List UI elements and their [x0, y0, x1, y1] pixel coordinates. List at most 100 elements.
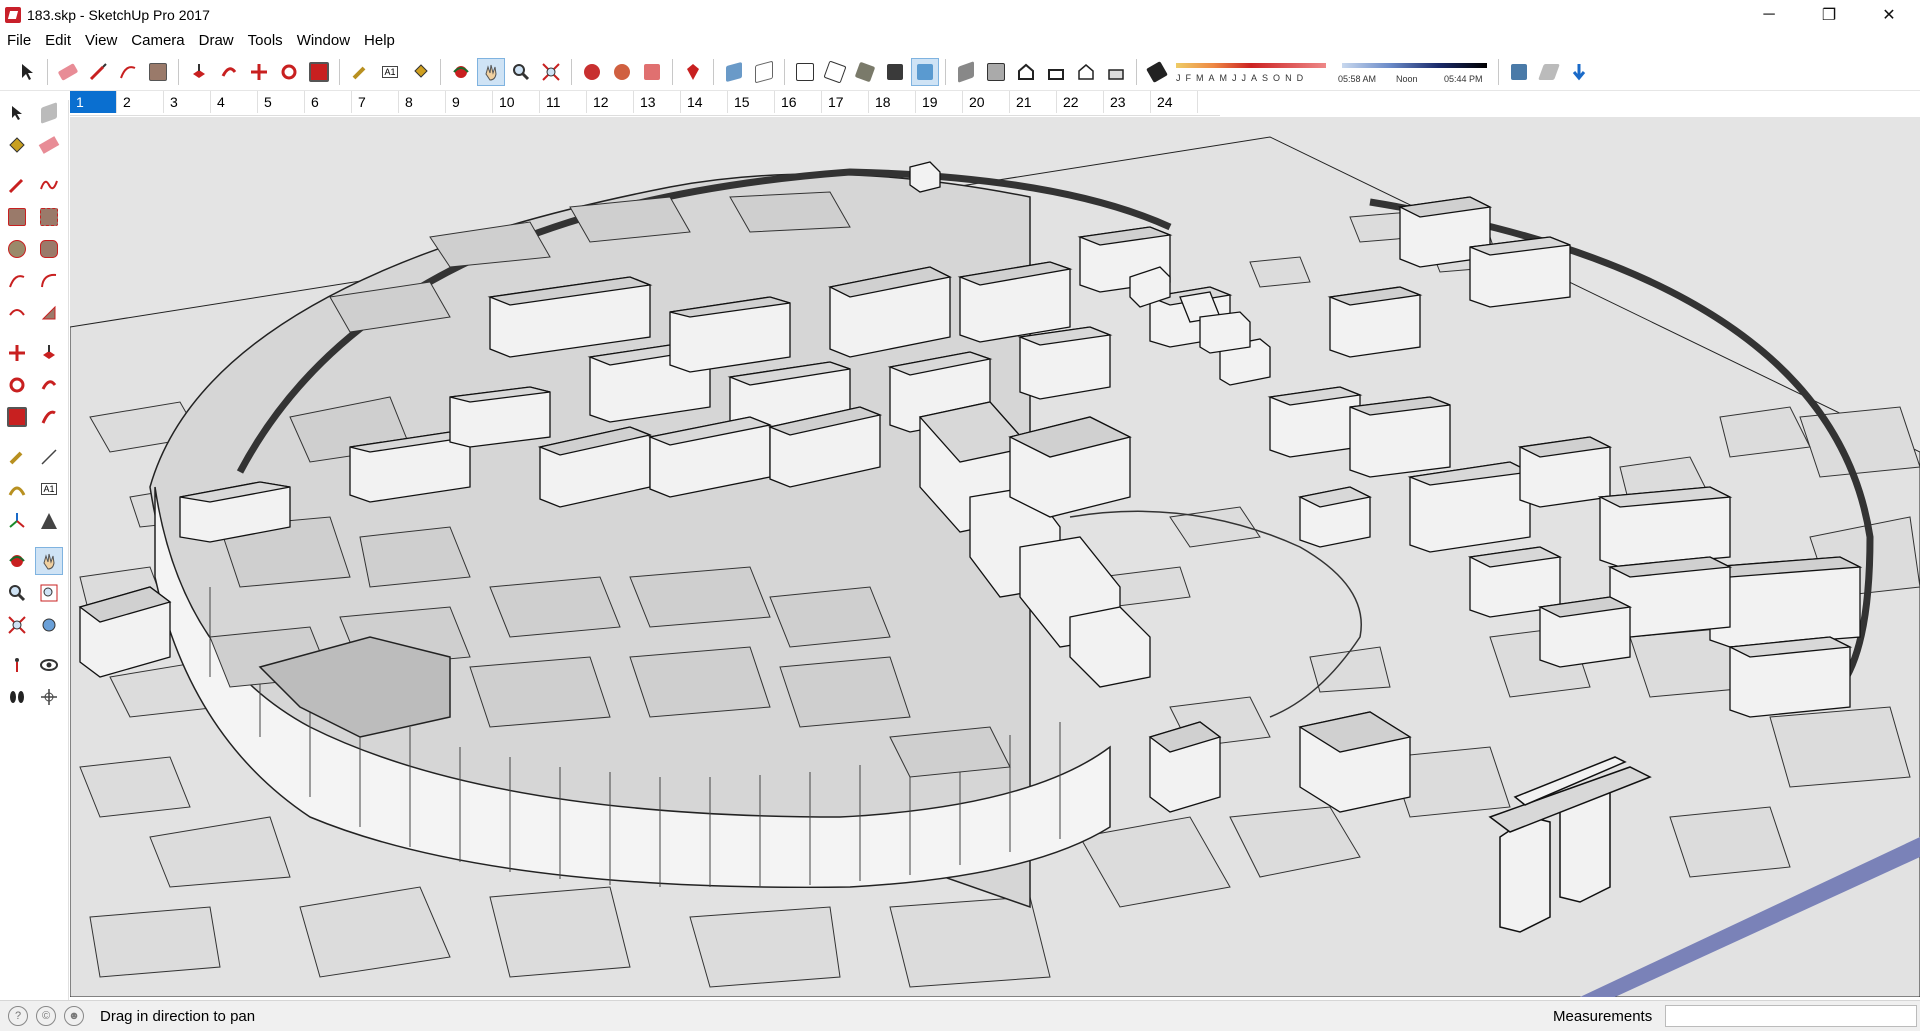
minimize-button[interactable]: ─: [1746, 0, 1792, 30]
three-point-arc-tool[interactable]: [4, 300, 30, 326]
tape-measure-tool[interactable]: [4, 444, 30, 470]
scene-tab[interactable]: 18: [869, 91, 916, 113]
scene-tab[interactable]: 12: [587, 91, 634, 113]
move-tool[interactable]: [4, 340, 30, 366]
push-pull-tool[interactable]: [36, 340, 62, 366]
add-location-button[interactable]: [1506, 59, 1532, 85]
right-view-button[interactable]: [1043, 59, 1069, 85]
share-component-button[interactable]: [609, 59, 635, 85]
menu-file[interactable]: File: [0, 30, 38, 52]
section-plane-tool[interactable]: [36, 684, 62, 710]
scene-tab[interactable]: 14: [681, 91, 728, 113]
make-component-tool[interactable]: [36, 100, 62, 126]
measurements-input[interactable]: [1665, 1005, 1917, 1027]
user-account-icon[interactable]: ☻: [64, 1006, 84, 1026]
restore-button[interactable]: ❐: [1806, 0, 1852, 30]
scene-tab[interactable]: 2: [117, 91, 164, 113]
dimension-tool[interactable]: [36, 444, 62, 470]
toggle-terrain-button[interactable]: [1536, 59, 1562, 85]
scene-tab[interactable]: 1: [70, 91, 117, 113]
rotate-tool-button[interactable]: [276, 59, 302, 85]
push-pull-tool-button[interactable]: [186, 59, 212, 85]
scene-tab[interactable]: 10: [493, 91, 540, 113]
scene-tab[interactable]: 8: [399, 91, 446, 113]
scene-tab[interactable]: 23: [1104, 91, 1151, 113]
circle-tool[interactable]: [4, 236, 30, 262]
photo-textures-button[interactable]: [1566, 59, 1592, 85]
scene-tab[interactable]: 13: [634, 91, 681, 113]
share-model-button[interactable]: [639, 59, 665, 85]
select-tool-button[interactable]: [14, 59, 40, 85]
line-tool-button[interactable]: [85, 59, 111, 85]
shadow-time-slider[interactable]: 05:58 AM Noon 05:44 PM: [1338, 55, 1493, 89]
eraser-tool-button[interactable]: [55, 59, 81, 85]
protractor-tool[interactable]: [4, 476, 30, 502]
scene-tab[interactable]: 19: [916, 91, 963, 113]
paint-bucket-button[interactable]: [407, 59, 433, 85]
scene-tab[interactable]: 22: [1057, 91, 1104, 113]
model-viewport[interactable]: [70, 117, 1920, 997]
scene-tab[interactable]: 9: [446, 91, 493, 113]
left-view-button[interactable]: [1103, 59, 1129, 85]
shaded-style-button[interactable]: [852, 59, 878, 85]
follow-me-tool-button[interactable]: [216, 59, 242, 85]
scale-tool[interactable]: [4, 404, 30, 430]
xray-style-button[interactable]: [721, 59, 747, 85]
pan-tool[interactable]: [35, 547, 63, 575]
orbit-tool-button[interactable]: [448, 59, 474, 85]
geo-location-icon[interactable]: ?: [8, 1006, 28, 1026]
text-tool-button[interactable]: A1: [377, 59, 403, 85]
line-tool[interactable]: [4, 172, 30, 198]
scale-tool-button[interactable]: [306, 59, 332, 85]
front-view-button[interactable]: [1013, 59, 1039, 85]
freehand-tool[interactable]: [36, 172, 62, 198]
orbit-tool[interactable]: [4, 548, 30, 574]
scene-tab[interactable]: 21: [1010, 91, 1057, 113]
scene-tab[interactable]: 4: [211, 91, 258, 113]
scene-tab[interactable]: 3: [164, 91, 211, 113]
3d-warehouse-button[interactable]: [579, 59, 605, 85]
previous-view-tool[interactable]: [36, 612, 62, 638]
extension-warehouse-button[interactable]: [680, 59, 706, 85]
move-tool-button[interactable]: [246, 59, 272, 85]
shadow-date-slider[interactable]: J F M A M J J A S O N D: [1172, 55, 1332, 89]
shape-tool-button[interactable]: [145, 59, 171, 85]
zoom-extents-button[interactable]: [538, 59, 564, 85]
menu-window[interactable]: Window: [290, 30, 357, 52]
look-around-tool[interactable]: [36, 652, 62, 678]
offset-tool[interactable]: [36, 404, 62, 430]
menu-camera[interactable]: Camera: [124, 30, 191, 52]
pan-tool-button[interactable]: [477, 58, 505, 86]
two-point-arc-tool[interactable]: [36, 268, 62, 294]
iso-view-button[interactable]: [953, 59, 979, 85]
rotate-tool[interactable]: [4, 372, 30, 398]
polygon-tool[interactable]: [36, 236, 62, 262]
credits-icon[interactable]: ©: [36, 1006, 56, 1026]
scene-tab[interactable]: 5: [258, 91, 305, 113]
wireframe-style-button[interactable]: [792, 59, 818, 85]
menu-help[interactable]: Help: [357, 30, 402, 52]
pie-tool[interactable]: [36, 300, 62, 326]
scene-tab[interactable]: 16: [775, 91, 822, 113]
shadows-toggle-button[interactable]: [1144, 59, 1170, 85]
position-camera-tool[interactable]: [4, 652, 30, 678]
top-view-button[interactable]: [983, 59, 1009, 85]
rotated-rectangle-tool[interactable]: [36, 204, 62, 230]
scene-tab[interactable]: 20: [963, 91, 1010, 113]
menu-edit[interactable]: Edit: [38, 30, 78, 52]
shaded-textures-style-button[interactable]: [882, 59, 908, 85]
scene-tab[interactable]: 15: [728, 91, 775, 113]
arc-tool-button[interactable]: [115, 59, 141, 85]
axes-tool[interactable]: [4, 508, 30, 534]
scene-tab[interactable]: 6: [305, 91, 352, 113]
tape-measure-button[interactable]: [347, 59, 373, 85]
monochrome-style-button[interactable]: [911, 58, 939, 86]
rectangle-tool[interactable]: [4, 204, 30, 230]
3d-text-tool[interactable]: [36, 508, 62, 534]
walk-tool[interactable]: [4, 684, 30, 710]
close-button[interactable]: ✕: [1866, 0, 1912, 30]
zoom-tool[interactable]: [4, 580, 30, 606]
back-view-button[interactable]: [1073, 59, 1099, 85]
eraser-tool[interactable]: [36, 132, 62, 158]
hidden-line-style-button[interactable]: [822, 59, 848, 85]
